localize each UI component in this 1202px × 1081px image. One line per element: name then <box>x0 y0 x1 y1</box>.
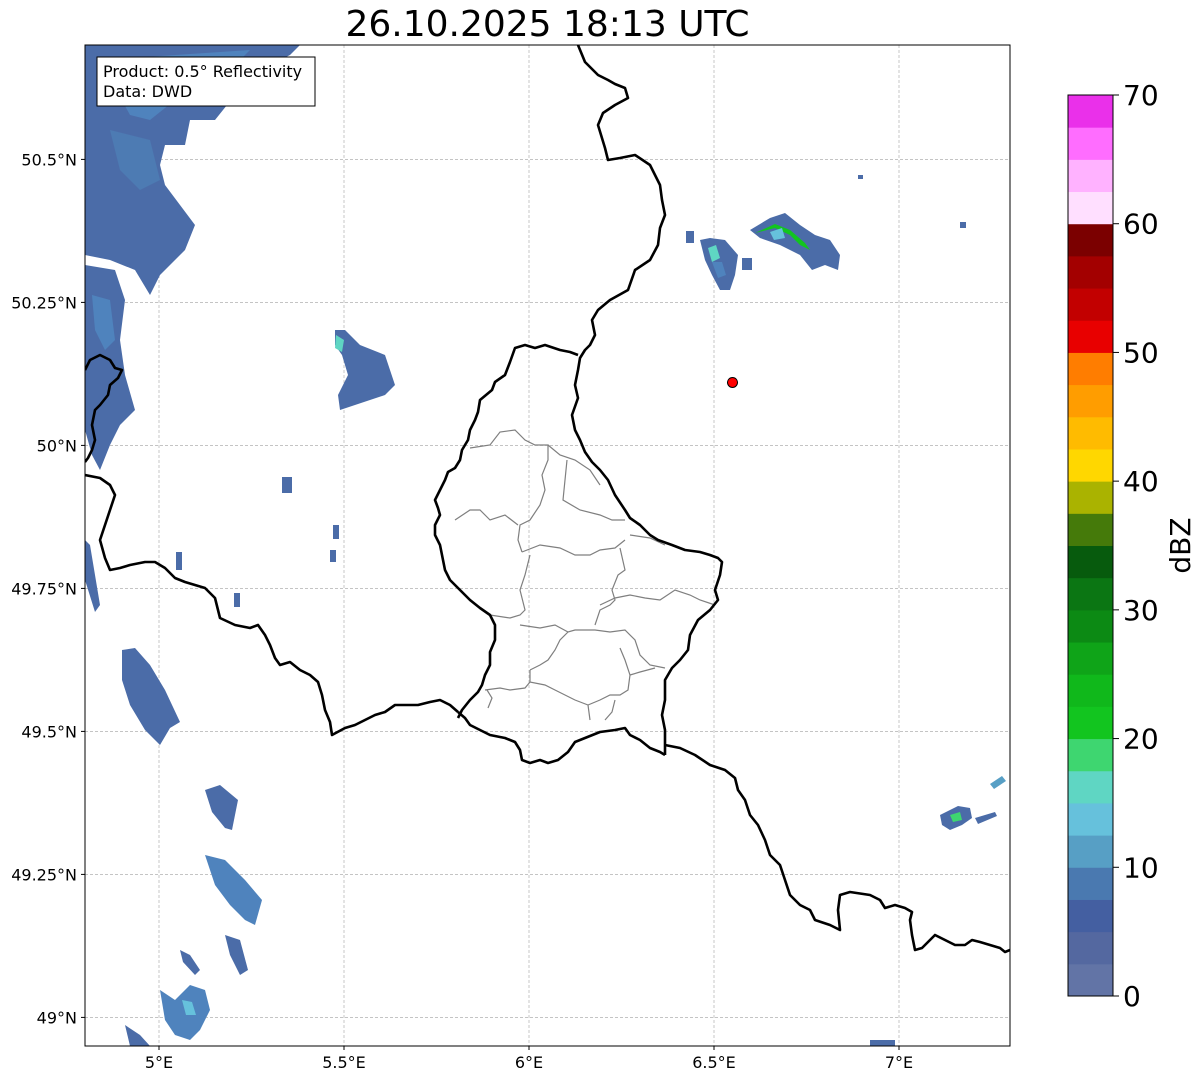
lat-tick-label: 50.5°N <box>21 150 77 169</box>
longitude-axis: 5°E 5.5°E 6°E 6.5°E 7°E <box>145 1046 913 1072</box>
colorbar-segment <box>1068 416 1113 450</box>
colorbar-segment <box>1068 288 1113 321</box>
colorbar-segment <box>1068 738 1113 772</box>
colorbar-segment <box>1068 835 1113 868</box>
colorbar-tick-label: 70 <box>1123 79 1159 112</box>
lat-tick-label: 50.25°N <box>11 293 77 312</box>
colorbar-segment <box>1068 899 1113 933</box>
lat-tick-label: 50°N <box>37 436 77 455</box>
info-product-text: Product: 0.5° Reflectivity <box>103 62 302 81</box>
colorbar-segment <box>1068 706 1113 740</box>
colorbar: 0 10 20 30 40 50 60 70 dBZ <box>1067 79 1197 1013</box>
lat-tick-label: 49.75°N <box>11 579 77 598</box>
colorbar-segment <box>1068 642 1113 675</box>
colorbar-tick-label: 20 <box>1123 723 1159 756</box>
lon-tick-label: 6°E <box>515 1053 543 1072</box>
colorbar-segment <box>1068 545 1113 579</box>
colorbar-segment <box>1068 577 1113 611</box>
colorbar-segment <box>1068 191 1113 225</box>
colorbar-tick-label: 0 <box>1123 980 1141 1013</box>
lon-tick-label: 6.5°E <box>692 1053 736 1072</box>
colorbar-segment <box>1068 352 1113 386</box>
colorbar-segment <box>1068 95 1113 128</box>
colorbar-segment <box>1068 770 1113 804</box>
colorbar-segment <box>1068 223 1113 257</box>
colorbar-tick-label: 30 <box>1123 594 1159 627</box>
colorbar-segment <box>1068 674 1113 707</box>
colorbar-segment <box>1068 931 1113 965</box>
colorbar-segment <box>1068 963 1113 997</box>
lat-tick-label: 49.25°N <box>11 865 77 884</box>
colorbar-segment <box>1068 127 1113 160</box>
colorbar-segment <box>1068 159 1113 193</box>
lat-tick-label: 49°N <box>37 1008 77 1027</box>
lon-tick-label: 5.5°E <box>322 1053 366 1072</box>
radar-map-figure: Product: 0.5° Reflectivity Data: DWD 5°E… <box>11 44 1197 1072</box>
info-data-text: Data: DWD <box>103 82 192 101</box>
colorbar-segment <box>1068 609 1113 643</box>
lat-tick-label: 49.5°N <box>21 722 77 741</box>
colorbar-segment <box>1068 255 1113 289</box>
colorbar-segment <box>1068 481 1113 514</box>
colorbar-tick-label: 50 <box>1123 336 1159 369</box>
colorbar-segment <box>1068 384 1113 418</box>
colorbar-tick-label: 40 <box>1123 465 1159 498</box>
colorbar-segment <box>1068 513 1113 546</box>
colorbar-tick-label: 10 <box>1123 851 1159 884</box>
info-box: Product: 0.5° Reflectivity Data: DWD <box>96 56 316 107</box>
latitude-axis: 49°N 49.25°N 49.5°N 49.75°N 50°N 50.25°N 50.5°… <box>11 150 85 1027</box>
radar-site-marker <box>727 376 738 388</box>
lon-tick-label: 7°E <box>885 1053 913 1072</box>
colorbar-label: dBZ <box>1164 517 1197 573</box>
colorbar-tick-label: 60 <box>1123 208 1159 241</box>
colorbar-segment <box>1068 867 1113 900</box>
colorbar-segment <box>1068 802 1113 836</box>
colorbar-segment <box>1068 448 1113 482</box>
colorbar-segment <box>1068 320 1113 353</box>
lon-tick-label: 5°E <box>145 1053 173 1072</box>
